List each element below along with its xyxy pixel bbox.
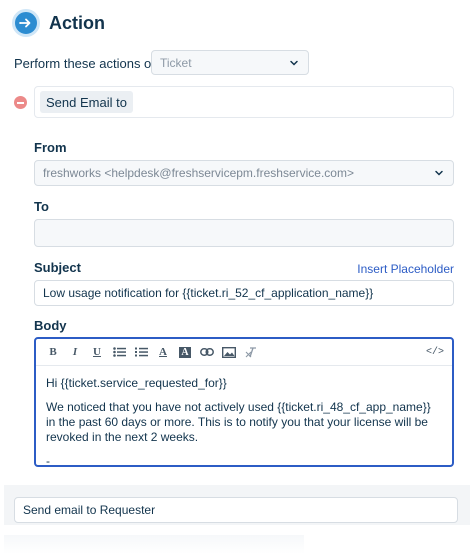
action-type-chip: Send Email to	[40, 91, 133, 113]
perform-label: Perform these actions on	[14, 55, 159, 71]
body-line: Hi {{ticket.service_requested_for}}	[46, 376, 227, 390]
arrow-right-circle-icon	[12, 9, 40, 37]
editor-toolbar: B I U A A </>	[36, 339, 452, 366]
perform-row: Perform these actions on Ticket	[14, 50, 309, 76]
chevron-down-icon	[290, 60, 298, 66]
text-color-icon[interactable]: A	[152, 342, 174, 362]
subject-input[interactable]: Low usage notification for {{ticket.ri_5…	[34, 280, 454, 306]
to-field[interactable]	[34, 219, 454, 247]
body-label: Body	[34, 318, 67, 333]
action-type-select[interactable]: Send Email to	[34, 86, 454, 118]
subject-input-value: Low usage notification for {{ticket.ri_5…	[43, 286, 374, 300]
code-view-icon[interactable]: </>	[424, 342, 446, 362]
from-select[interactable]: freshworks <helpdesk@freshservicepm.fres…	[34, 160, 454, 186]
minus-circle-icon[interactable]	[14, 96, 27, 109]
italic-icon[interactable]: I	[64, 342, 86, 362]
underline-icon[interactable]: U	[86, 342, 108, 362]
page-title: Action	[49, 12, 105, 33]
from-label: From	[34, 140, 67, 155]
bullet-list-icon[interactable]	[108, 342, 130, 362]
chevron-down-icon	[435, 170, 443, 176]
image-icon[interactable]	[218, 342, 240, 362]
clear-format-icon[interactable]	[240, 342, 262, 362]
entity-select-value: Ticket	[160, 55, 192, 70]
link-icon[interactable]	[196, 342, 218, 362]
rule-name-input[interactable]: Send email to Requester	[14, 497, 458, 523]
background-color-icon[interactable]: A	[174, 342, 196, 362]
numbered-list-icon[interactable]	[130, 342, 152, 362]
to-label: To	[34, 199, 49, 214]
body-line: We noticed that you have not actively us…	[46, 400, 431, 444]
subject-label: Subject	[34, 260, 81, 275]
action-header: Action	[12, 6, 105, 40]
rule-name-value: Send email to Requester	[23, 503, 156, 517]
editor-content[interactable]: Hi {{ticket.service_requested_for}} We n…	[36, 366, 452, 469]
insert-placeholder-link[interactable]: Insert Placeholder	[357, 262, 454, 276]
from-select-value: freshworks <helpdesk@freshservicepm.fres…	[43, 166, 354, 180]
bold-icon[interactable]: B	[42, 342, 64, 362]
footer-shadow	[4, 535, 304, 554]
entity-select[interactable]: Ticket	[151, 50, 309, 75]
body-editor[interactable]: B I U A A </> Hi {{ticket.service_reques…	[34, 337, 454, 469]
body-line: -	[46, 454, 50, 468]
